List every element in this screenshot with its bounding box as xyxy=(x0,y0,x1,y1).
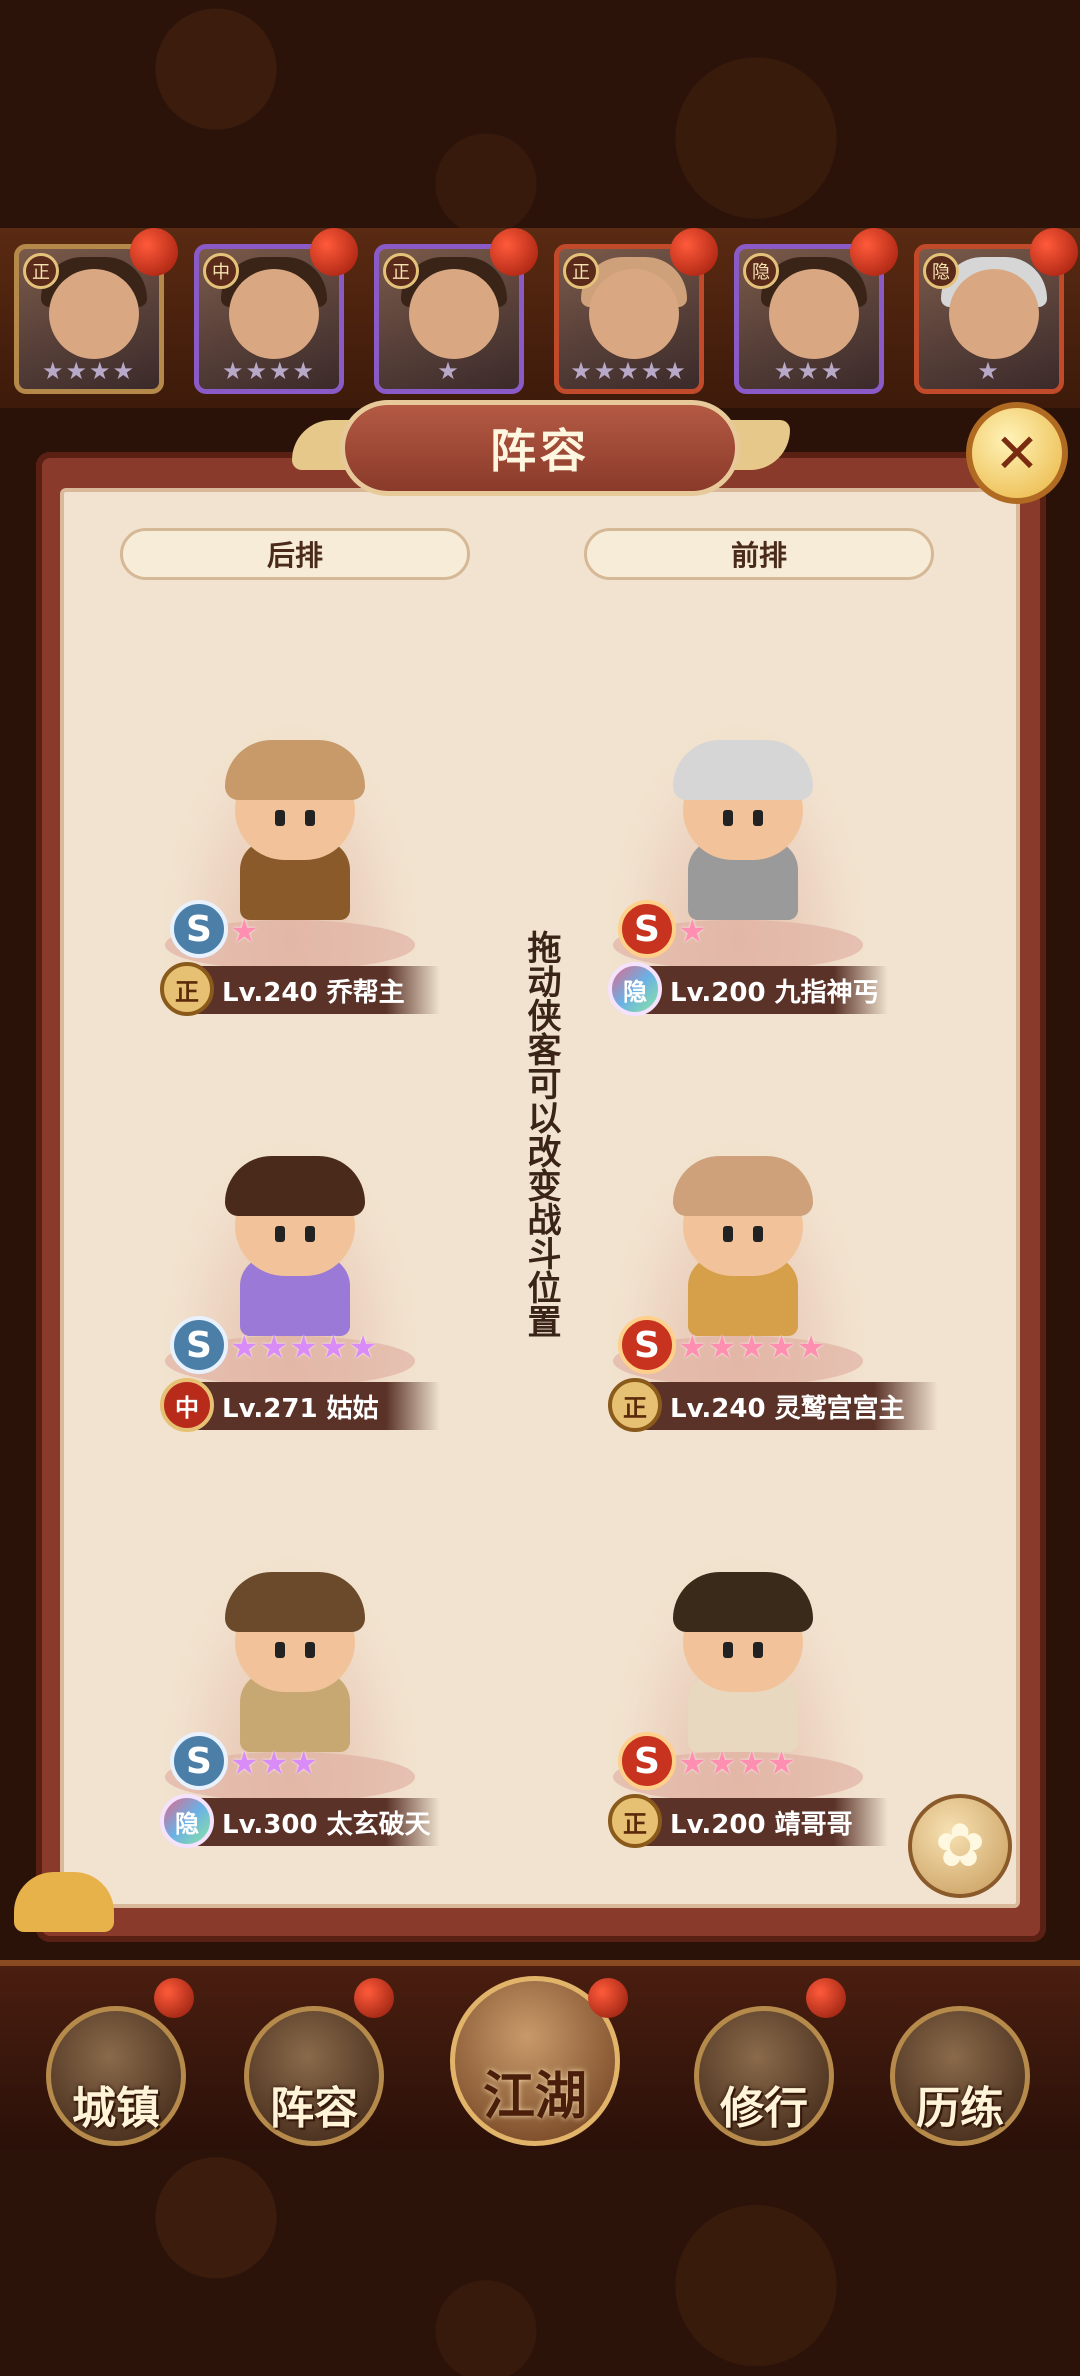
nav-trial-label: 历练 xyxy=(916,2083,1004,2134)
back-slot-2[interactable]: S ★★★★★ Lv.271 姑姑 中 xyxy=(130,1106,450,1432)
faction-badge: 正 xyxy=(160,962,214,1016)
rank-s-icon: S xyxy=(170,900,228,958)
star-rating: ★★★★★ xyxy=(230,1328,379,1366)
star-rating: ★★★★★ xyxy=(678,1328,827,1366)
faction-badge: 正 xyxy=(608,1794,662,1848)
faction-badge: 正 xyxy=(383,253,419,289)
hero-portrait xyxy=(220,1562,370,1762)
star-rating: ★ xyxy=(977,357,1001,385)
nav-jianghu-label: 江湖 xyxy=(482,2067,587,2127)
red-orb-icon xyxy=(1030,228,1078,276)
star-rating: ★ xyxy=(678,912,708,950)
hero-portrait xyxy=(220,1146,370,1346)
faction-badge: 正 xyxy=(608,1378,662,1432)
panel-title: 阵容 xyxy=(490,424,590,478)
rank-s-icon: S xyxy=(170,1732,228,1790)
faction-badge: 隐 xyxy=(608,962,662,1016)
flower-button[interactable]: ✿ xyxy=(908,1794,1012,1898)
star-rating: ★★★ xyxy=(230,1744,320,1782)
front-slot-1[interactable]: S ★ Lv.200 九指神丐 隐 xyxy=(578,690,898,1016)
red-orb-icon xyxy=(850,228,898,276)
rank-s-icon: S xyxy=(618,900,676,958)
close-x-icon: ✕ xyxy=(994,421,1040,485)
gold-cloud-decoration xyxy=(14,1872,114,1932)
faction-badge: 隐 xyxy=(743,253,779,289)
hero-portrait xyxy=(668,1562,818,1762)
red-orb-icon xyxy=(588,1978,628,2018)
rank-s-icon: S xyxy=(170,1316,228,1374)
hero-portrait xyxy=(668,1146,818,1346)
roster-strip: 正 ★★★★ 中 ★★★★ 正 ★ 正 ★★★★★ 隐 ★★★ 隐 ★ xyxy=(0,228,1080,408)
star-rating: ★★★★ xyxy=(221,357,317,385)
front-slot-3[interactable]: S ★★★★ Lv.200 靖哥哥 正 xyxy=(578,1522,898,1848)
red-orb-icon xyxy=(490,228,538,276)
faction-badge: 隐 xyxy=(923,253,959,289)
faction-badge: 正 xyxy=(23,253,59,289)
faction-badge: 正 xyxy=(563,253,599,289)
hero-portrait xyxy=(668,730,818,930)
close-button[interactable]: ✕ xyxy=(966,402,1068,504)
drag-hint: 拖动侠客可以改变战斗位置 xyxy=(521,930,561,1338)
hero-portrait xyxy=(220,730,370,930)
back-row-header: 后排 xyxy=(120,528,470,580)
red-orb-icon xyxy=(130,228,178,276)
nav-lineup-label: 阵容 xyxy=(270,2083,358,2134)
flower-icon: ✿ xyxy=(934,1811,986,1881)
red-orb-icon xyxy=(354,1978,394,2018)
faction-badge: 中 xyxy=(203,253,239,289)
faction-badge: 隐 xyxy=(160,1794,214,1848)
star-rating: ★ xyxy=(230,912,260,950)
front-slot-2[interactable]: S ★★★★★ Lv.240 灵鹫宫宫主 正 xyxy=(578,1106,938,1432)
bottom-background xyxy=(0,2150,1080,2376)
front-row-header: 前排 xyxy=(584,528,934,580)
back-slot-1[interactable]: S ★ Lv.240 乔帮主 正 xyxy=(130,690,450,1016)
rank-s-icon: S xyxy=(618,1732,676,1790)
faction-badge: 中 xyxy=(160,1378,214,1432)
star-rating: ★★★★ xyxy=(41,357,137,385)
star-rating: ★★★★★ xyxy=(570,357,688,385)
rank-s-icon: S xyxy=(618,1316,676,1374)
panel-title-plate: 阵容 xyxy=(340,400,740,496)
star-rating: ★★★ xyxy=(773,357,845,385)
back-slot-3[interactable]: S ★★★ Lv.300 太玄破天 隐 xyxy=(130,1522,450,1848)
nav-town-label: 城镇 xyxy=(72,2083,160,2134)
nav-training-label: 修行 xyxy=(720,2083,808,2134)
red-orb-icon xyxy=(310,228,358,276)
star-rating: ★ xyxy=(437,357,461,385)
red-orb-icon xyxy=(154,1978,194,2018)
hero-name-level: Lv.240 灵鹫宫宫主 xyxy=(618,1382,938,1430)
red-orb-icon xyxy=(670,228,718,276)
red-orb-icon xyxy=(806,1978,846,2018)
star-rating: ★★★★ xyxy=(678,1744,797,1782)
top-background xyxy=(0,0,1080,230)
